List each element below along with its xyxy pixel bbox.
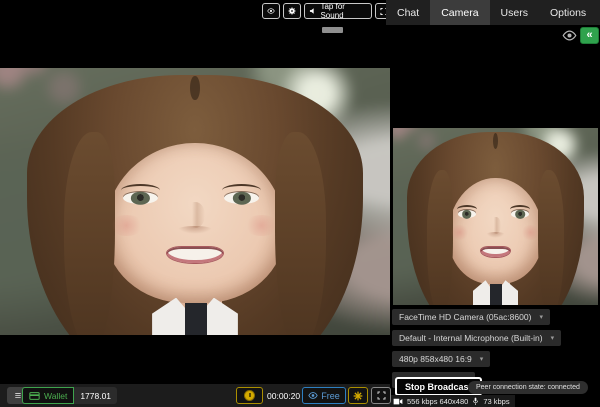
wallet-balance-value: 1778.01 xyxy=(80,391,111,401)
video-bitrate-text: 556 kbps 640x480 xyxy=(407,397,468,406)
tap-for-sound-label: Tap for Sound xyxy=(320,2,367,20)
audio-bitrate-text: 73 kbps xyxy=(483,397,509,406)
bottom-toolbar: ≡ Wallet 1778.01 00:00:20 Free xyxy=(0,384,390,407)
tokens-button[interactable] xyxy=(236,387,263,404)
speaker-muted-icon xyxy=(309,7,316,15)
stop-broadcast-label: Stop Broadcast xyxy=(405,382,472,392)
peer-connection-status: Peer connection state: connected xyxy=(468,381,588,394)
tap-for-sound-button[interactable]: Tap for Sound xyxy=(304,3,372,19)
stream-stats: 556 kbps 640x480 73 kbps xyxy=(388,395,515,407)
viewers-eye-button[interactable] xyxy=(262,3,280,19)
free-mode-button[interactable]: Free xyxy=(302,387,346,404)
portrait-jacket-gap xyxy=(490,284,501,305)
coin-icon xyxy=(244,390,255,401)
hamburger-icon: ≡ xyxy=(15,390,21,402)
chevron-down-icon: ▾ xyxy=(480,355,484,363)
microphone-icon xyxy=(472,397,479,406)
preview-visibility-eye-icon[interactable] xyxy=(562,30,577,41)
tab-camera[interactable]: Camera xyxy=(430,0,489,25)
portrait-hair-strand-right xyxy=(275,132,326,335)
portrait-iris-right xyxy=(233,192,251,205)
flower-icon xyxy=(353,391,363,401)
microphone-select[interactable]: Default - Internal Microphone (Built-in)… xyxy=(392,330,561,346)
tab-chat[interactable]: Chat xyxy=(386,0,430,25)
wallet-label: Wallet xyxy=(44,391,67,401)
camera-preview-video xyxy=(393,128,598,305)
collapse-icon: « xyxy=(586,30,592,41)
portrait-iris-right xyxy=(515,210,525,218)
gear-icon xyxy=(288,6,296,16)
portrait-nose-shadow xyxy=(486,232,504,237)
microphone-select-value: Default - Internal Microphone (Built-in) xyxy=(399,333,543,343)
free-label: Free xyxy=(321,391,340,401)
fullscreen-button-bottom[interactable] xyxy=(371,387,391,404)
portrait-nose xyxy=(185,202,205,229)
portrait-blush-left xyxy=(450,225,468,239)
resolution-select-value: 480p 858x480 16:9 xyxy=(399,354,472,364)
camera-select-value: FaceTime HD Camera (05ac:8600) xyxy=(399,312,531,322)
tab-camera-label: Camera xyxy=(441,7,478,19)
wallet-group: Wallet 1778.01 xyxy=(22,387,117,404)
portrait-hair-part xyxy=(493,133,498,149)
portrait-jacket-gap xyxy=(185,303,206,335)
tab-chat-label: Chat xyxy=(397,7,419,19)
eye-icon xyxy=(267,7,275,15)
sidebar-tabbar: Chat Camera Users Options xyxy=(386,0,600,25)
credit-card-icon xyxy=(29,392,40,400)
tab-options[interactable]: Options xyxy=(539,0,597,25)
portrait-hair-part xyxy=(190,76,199,100)
tab-options-label: Options xyxy=(550,7,586,19)
portrait-hair-strand-left xyxy=(64,132,115,335)
video-camera-icon xyxy=(393,398,403,405)
tab-users-label: Users xyxy=(501,7,528,19)
wallet-balance: 1778.01 xyxy=(74,387,117,404)
resolution-select[interactable]: 480p 858x480 16:9 ▾ xyxy=(392,351,490,367)
tips-flower-button[interactable] xyxy=(348,387,368,404)
broadcast-timer: 00:00:20 xyxy=(267,387,300,404)
fullscreen-icon xyxy=(377,391,386,400)
portrait-nose-shadow xyxy=(177,226,212,234)
eye-icon xyxy=(308,392,318,399)
collapse-sidebar-button[interactable]: « xyxy=(580,27,599,44)
portrait-blush-right xyxy=(244,215,279,236)
tooltip-stub xyxy=(322,27,343,33)
camera-select[interactable]: FaceTime HD Camera (05ac:8600) ▾ xyxy=(392,309,550,325)
broadcast-video[interactable] xyxy=(0,68,390,335)
broadcast-app: Tap for Sound Chat Camera Users Options … xyxy=(0,0,600,407)
tab-users[interactable]: Users xyxy=(490,0,539,25)
portrait-hair-strand-right xyxy=(538,170,565,305)
chevron-down-icon: ▾ xyxy=(551,334,555,342)
wallet-button[interactable]: Wallet xyxy=(22,387,74,404)
portrait-iris-left xyxy=(131,192,149,205)
portrait-hair-strand-left xyxy=(427,170,454,305)
chevron-down-icon: ▾ xyxy=(539,313,543,321)
portrait-iris-left xyxy=(462,210,472,218)
timer-value: 00:00:20 xyxy=(267,391,300,401)
settings-button[interactable] xyxy=(283,3,301,19)
peer-status-text: Peer connection state: connected xyxy=(476,384,580,391)
portrait-blush-right xyxy=(521,225,539,239)
